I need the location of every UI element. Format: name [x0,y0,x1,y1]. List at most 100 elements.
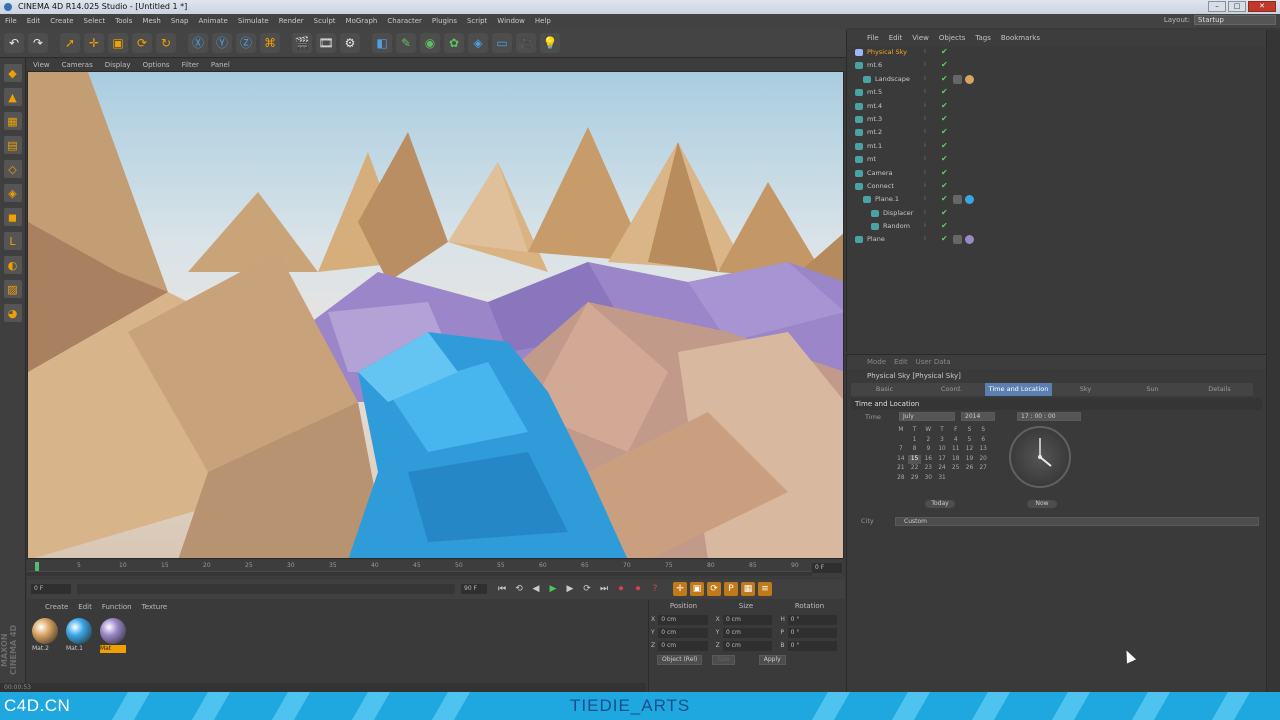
preview-range-slider[interactable] [77,584,455,594]
edges-mode-icon[interactable]: ◈ [3,184,22,202]
calendar-day[interactable]: 10 [935,445,949,455]
cube-primitive-icon[interactable]: ◧ [372,32,392,53]
x-axis-lock-icon[interactable]: Ⓧ [188,32,208,53]
calendar-day[interactable]: 31 [935,474,949,484]
tab-details[interactable]: Details [1186,383,1253,396]
object-row[interactable]: mt.6 ⁞ ✔ [847,59,1266,72]
material-preview-ball[interactable] [100,618,126,644]
model-mode-icon[interactable]: ▲ [3,88,22,106]
material-tag-icon[interactable] [965,74,974,84]
attribute-menu-edit[interactable]: Edit [894,358,908,366]
menu-animate[interactable]: Animate [198,17,227,25]
calendar-day[interactable]: 30 [921,474,935,484]
workplane-icon[interactable]: ▤ [3,136,22,154]
visibility-dots-icon[interactable]: ⁞ [924,142,926,149]
key-position-icon[interactable]: ✛ [673,582,687,596]
nurbs-icon[interactable]: ◉ [420,32,440,53]
calendar-day[interactable]: 22 [908,464,922,474]
calendar-day[interactable]: 29 [908,474,922,484]
recent-tool-icon[interactable]: ↻ [156,32,176,53]
key-scale-icon[interactable]: ▣ [690,582,704,596]
calendar-day[interactable]: 12 [963,445,977,455]
material-preview-ball[interactable] [32,618,58,644]
menu-help[interactable]: Help [535,17,551,25]
time-field[interactable]: 17 : 00 : 00 [1017,412,1081,421]
object-row[interactable]: Connect ⁞ ✔ [847,180,1266,193]
make-editable-icon[interactable]: ◆ [3,64,22,82]
render-settings-icon[interactable]: ⚙ [340,32,360,53]
calendar-day[interactable]: 7 [894,445,908,455]
object-row[interactable]: Physical Sky ⁞ ✔ [847,46,1266,59]
coordinate-system-icon[interactable]: ⌘ [260,32,280,53]
month-dropdown[interactable]: July [899,412,955,421]
camera-icon[interactable]: 🎥 [516,32,536,53]
enabled-check-icon[interactable]: ✔ [941,234,948,243]
scale-tool-icon[interactable]: ▣ [108,32,128,53]
visibility-dots-icon[interactable]: ⁞ [924,222,926,229]
material-swatch[interactable]: Mat.2 [31,618,59,653]
record-key-icon[interactable]: ⏺ [614,582,628,596]
visibility-dots-icon[interactable]: ⁞ [924,115,926,122]
object-menu-tags[interactable]: Tags [975,34,991,42]
rotation-field[interactable]: 0 ° [787,627,838,638]
rotation-field[interactable]: 0 ° [787,614,838,625]
menu-window[interactable]: Window [497,17,525,25]
tab-time-and-location[interactable]: Time and Location [985,383,1052,396]
menu-snap[interactable]: Snap [171,17,189,25]
visibility-dots-icon[interactable]: ⁞ [924,169,926,176]
key-parameter-icon[interactable]: P [724,582,738,596]
size-field[interactable]: 0 cm [722,614,773,625]
object-menu-bookmarks[interactable]: Bookmarks [1001,34,1040,42]
calendar-day[interactable]: 3 [935,436,949,446]
solo-icon[interactable]: ◕ [3,304,22,322]
menu-render[interactable]: Render [279,17,304,25]
texture-tag-icon[interactable] [953,235,962,245]
material-swatch[interactable]: Mat [99,618,127,653]
calendar-day[interactable]: 9 [921,445,935,455]
position-field[interactable]: 0 cm [658,627,708,638]
material-preview-ball[interactable] [66,618,92,644]
calendar-day[interactable]: 15 [907,454,922,465]
key-pla-icon[interactable]: ▦ [741,582,755,596]
viewport-menu-filter[interactable]: Filter [182,61,199,69]
deformer-icon[interactable]: ◈ [468,32,488,53]
calendar-day[interactable]: 2 [921,436,935,446]
perspective-viewport[interactable] [27,71,844,559]
object-menu-objects[interactable]: Objects [939,34,965,42]
next-frame-icon[interactable]: ▶ [563,582,577,596]
calendar-day[interactable]: 14 [894,455,908,465]
menu-edit[interactable]: Edit [27,17,41,25]
prev-key-icon[interactable]: ⟲ [512,582,526,596]
viewport-menu-panel[interactable]: Panel [211,61,230,69]
visibility-dots-icon[interactable]: ⁞ [924,61,926,68]
maximize-button[interactable]: □ [1228,1,1246,12]
enabled-check-icon[interactable]: ✔ [941,101,948,110]
timeline-scrollbar[interactable] [27,571,812,576]
minimize-button[interactable]: – [1208,1,1226,12]
menu-tools[interactable]: Tools [115,17,132,25]
calendar-day[interactable]: 27 [976,464,990,474]
y-axis-lock-icon[interactable]: Ⓨ [212,32,232,53]
enabled-check-icon[interactable]: ✔ [941,74,948,83]
today-button[interactable]: Today [925,500,955,508]
enabled-check-icon[interactable]: ✔ [941,141,948,150]
calendar-day[interactable]: 26 [963,464,977,474]
viewport-menu-view[interactable]: View [33,61,50,69]
material-menu-texture[interactable]: Texture [142,603,168,614]
texture-tag-icon[interactable] [953,74,962,84]
object-row[interactable]: mt.5 ⁞ ✔ [847,86,1266,99]
menu-select[interactable]: Select [84,17,106,25]
city-dropdown[interactable]: Custom [895,517,1259,526]
viewport-menu-display[interactable]: Display [105,61,131,69]
axis-mode-icon[interactable]: L [3,232,22,250]
select-arrow-icon[interactable]: ➚ [60,32,80,53]
tab-basic[interactable]: Basic [851,383,918,396]
redo-icon[interactable]: ↷ [28,32,48,53]
object-row[interactable]: Random ⁞ ✔ [847,220,1266,233]
material-swatch[interactable]: Mat.1 [65,618,93,653]
size-mode-dropdown[interactable]: Size [712,655,735,665]
object-row[interactable]: mt.1 ⁞ ✔ [847,140,1266,153]
object-row[interactable]: Plane ⁞ ✔ [847,233,1266,246]
scheme-icon[interactable]: ≡ [758,582,772,596]
menu-script[interactable]: Script [467,17,487,25]
